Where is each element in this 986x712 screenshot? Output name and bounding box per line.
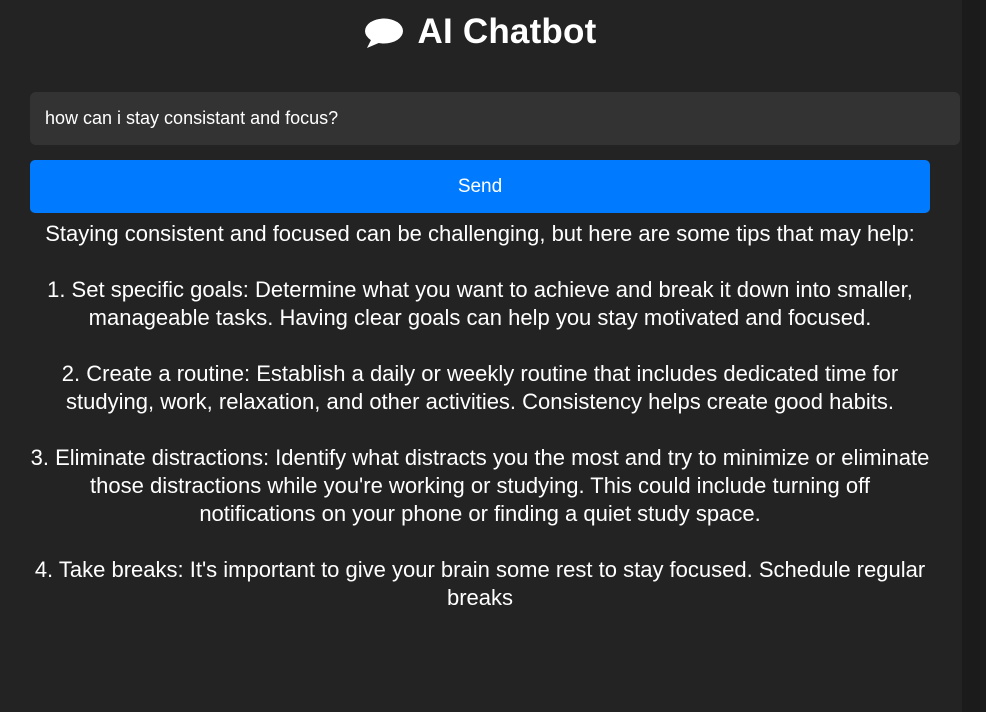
chat-response: Staying consistent and focused can be ch…: [30, 220, 930, 640]
main-content: AI Chatbot Send Staying consistent and f…: [0, 0, 962, 610]
response-paragraph: Staying consistent and focused can be ch…: [45, 221, 915, 246]
header: AI Chatbot: [0, 0, 962, 64]
response-paragraph: 3. Eliminate distractions: Identify what…: [30, 445, 930, 526]
message-input[interactable]: [30, 92, 960, 145]
chatbot-page: AI Chatbot Send Staying consistent and f…: [0, 0, 986, 712]
response-paragraph: 4. Take breaks: It's important to give y…: [34, 557, 926, 610]
send-button[interactable]: Send: [30, 160, 930, 213]
scrollbar[interactable]: [962, 0, 986, 712]
page-title: AI Chatbot: [417, 12, 597, 51]
response-paragraph: 1. Set specific goals: Determine what yo…: [47, 277, 913, 330]
speech-bubble-icon: [364, 16, 404, 50]
response-paragraph: 2. Create a routine: Establish a daily o…: [61, 361, 899, 414]
